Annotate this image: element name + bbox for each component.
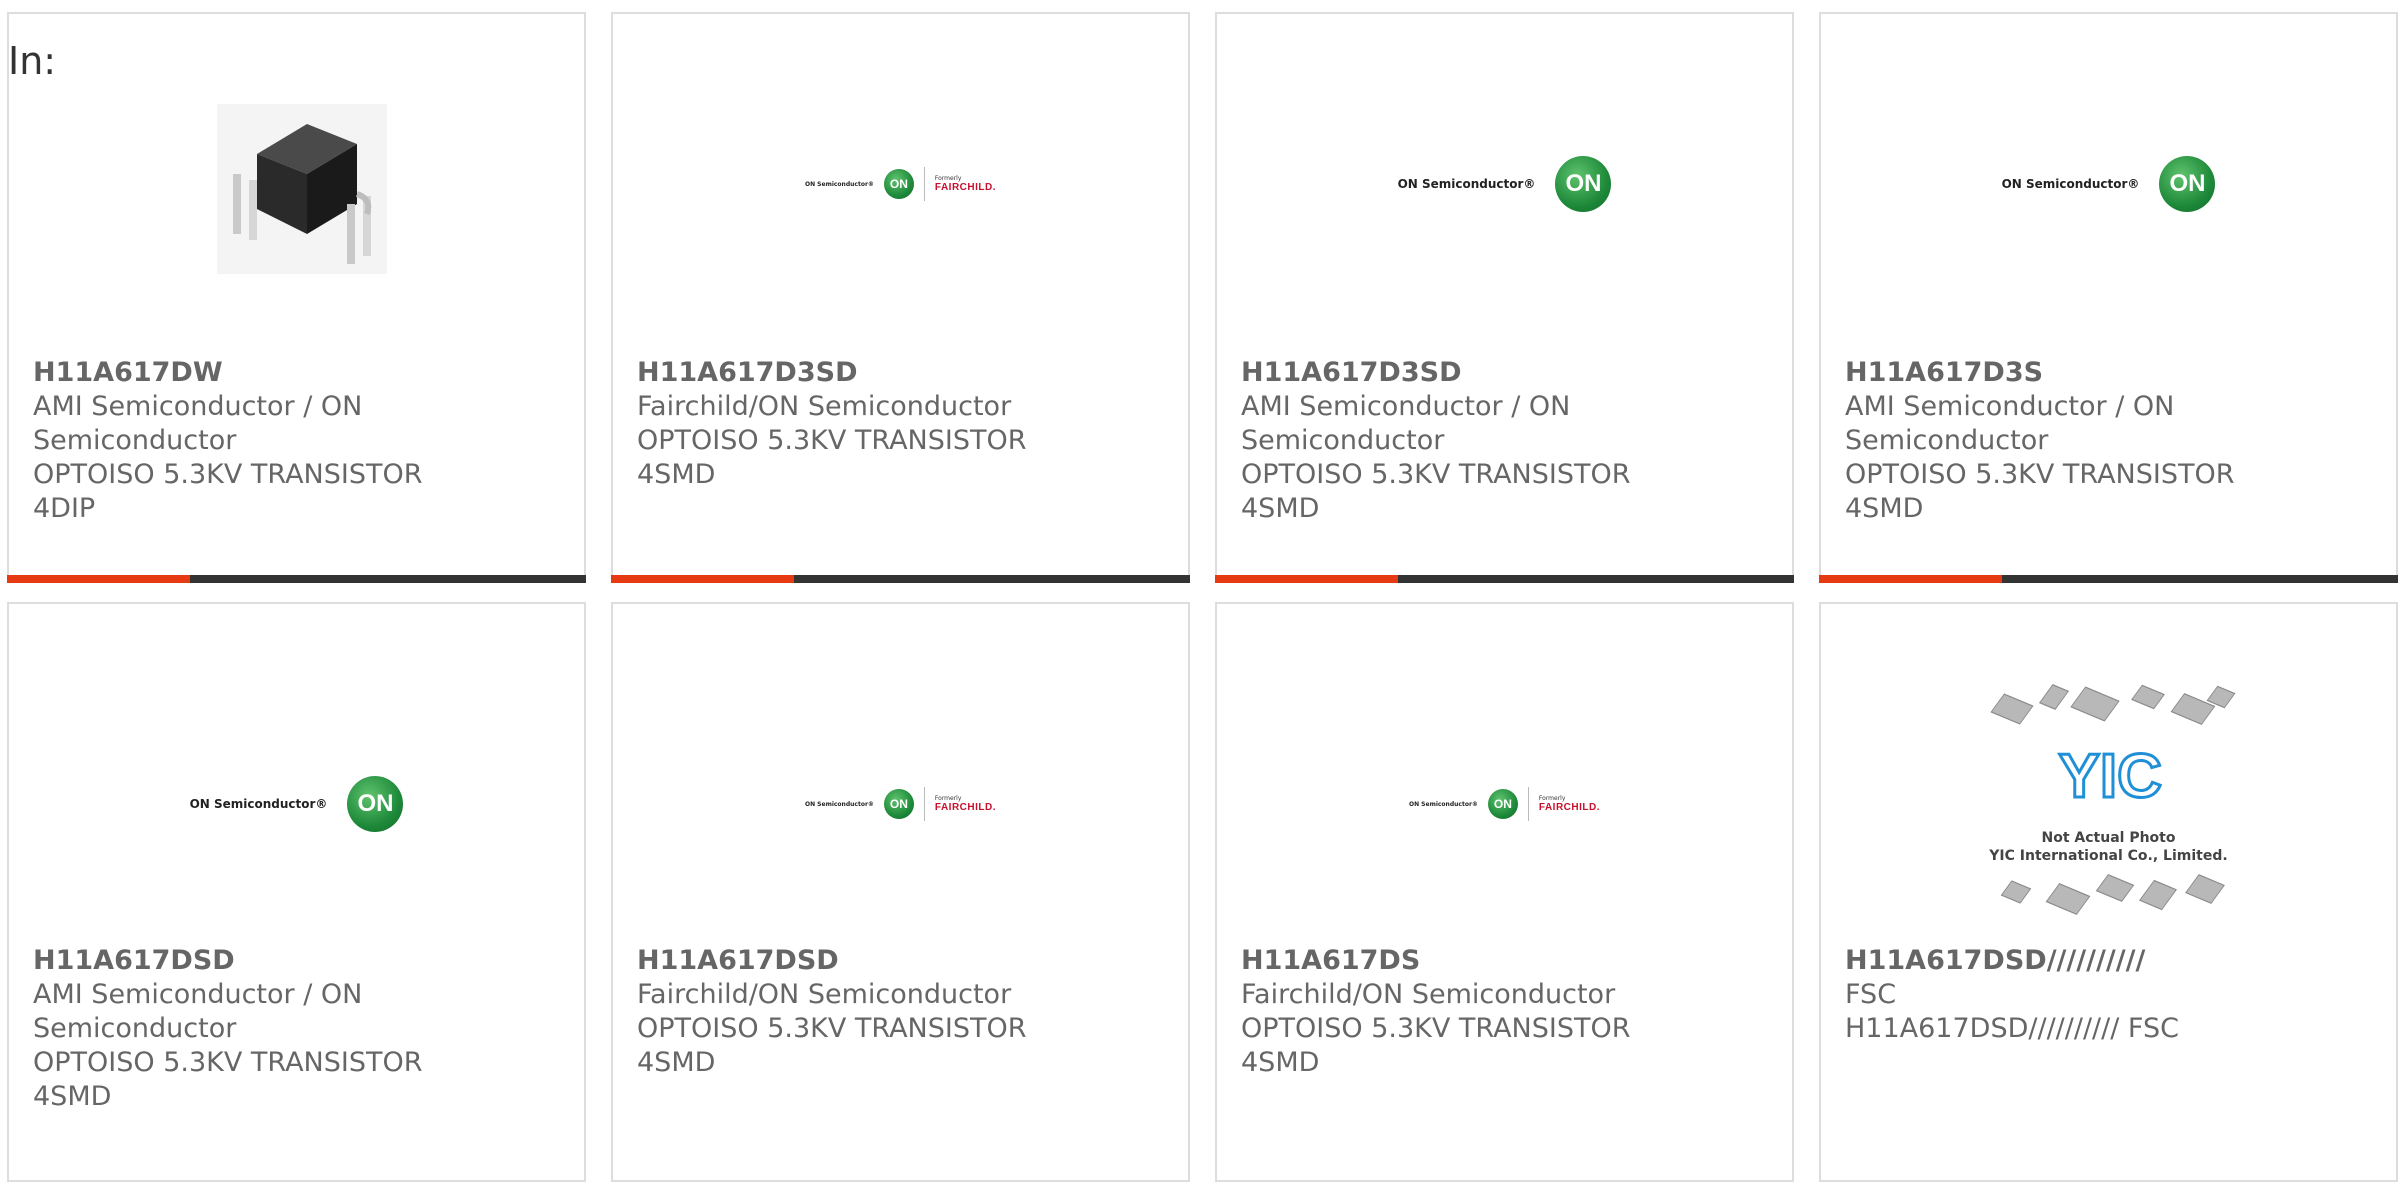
description: OPTOISO 5.3KV TRANSISTOR 4SMD	[1845, 459, 2235, 524]
description: OPTOISO 5.3KV TRANSISTOR 4DIP	[33, 459, 423, 524]
product-image: ON Semiconductor® ON	[1217, 64, 1792, 304]
product-card[interactable]: H11A617DW AMI Semiconductor / ON Semicon…	[7, 12, 586, 583]
part-number[interactable]: H11A617D3S	[1845, 356, 2372, 390]
part-number[interactable]: H11A617DSD	[33, 944, 560, 978]
on-logo-icon: ON	[883, 169, 914, 199]
product-image: ON Semiconductor® ON Formerly FAIRCHILD.	[1217, 684, 1792, 924]
on-logo-icon: ON	[883, 789, 914, 819]
card-underline	[7, 575, 586, 583]
product-image: ON Semiconductor® ON	[1821, 64, 2396, 304]
on-logo-icon: ON	[2159, 156, 2216, 212]
on-logo-icon: ON	[347, 776, 404, 832]
yic-caption-line-2: YIC International Co., Limited.	[1989, 848, 2228, 864]
manufacturer: AMI Semiconductor / ON Semiconductor	[33, 979, 363, 1044]
part-number[interactable]: H11A617DS	[1241, 944, 1768, 978]
manufacturer: AMI Semiconductor / ON Semiconductor	[33, 391, 363, 456]
card-underline	[1215, 575, 1794, 583]
manufacturer: Fairchild/ON Semiconductor	[1241, 979, 1616, 1010]
product-card[interactable]: YIC Not Actual Photo YIC International C…	[1819, 602, 2398, 1182]
manufacturer: AMI Semiconductor / ON Semiconductor	[1241, 391, 1571, 456]
on-logo-icon: ON	[1487, 789, 1518, 819]
description: OPTOISO 5.3KV TRANSISTOR 4SMD	[637, 1013, 1027, 1078]
product-card[interactable]: ON Semiconductor® ON H11A617DSD AMI Semi…	[7, 602, 586, 1182]
yic-caption-line-1: Not Actual Photo	[2041, 830, 2176, 846]
part-number[interactable]: H11A617D3SD	[1241, 356, 1768, 390]
product-card[interactable]: ON Semiconductor® ON H11A617D3SD AMI Sem…	[1215, 12, 1794, 583]
on-semiconductor-logo: ON Semiconductor® ON	[2002, 156, 2216, 212]
product-card[interactable]: ON Semiconductor® ON Formerly FAIRCHILD.…	[611, 602, 1190, 1182]
on-fairchild-logo: ON Semiconductor® ON Formerly FAIRCHILD.	[805, 787, 996, 821]
card-underline	[611, 575, 1190, 583]
manufacturer: FSC	[1845, 979, 1897, 1010]
description: OPTOISO 5.3KV TRANSISTOR 4SMD	[33, 1047, 423, 1112]
manufacturer: Fairchild/ON Semiconductor	[637, 979, 1012, 1010]
on-semiconductor-logo: ON Semiconductor® ON	[1398, 156, 1612, 212]
on-fairchild-logo: ON Semiconductor® ON Formerly FAIRCHILD.	[1409, 787, 1600, 821]
manufacturer: AMI Semiconductor / ON Semiconductor	[1845, 391, 2175, 456]
optocoupler-photo	[216, 104, 387, 274]
product-card[interactable]: ON Semiconductor® ON H11A617D3S AMI Semi…	[1819, 12, 2398, 583]
part-number[interactable]: H11A617DSD//////////	[1845, 944, 2372, 978]
product-image: ON Semiconductor® ON Formerly FAIRCHILD.	[613, 64, 1188, 304]
on-semiconductor-logo: ON Semiconductor® ON	[190, 776, 404, 832]
on-fairchild-logo: ON Semiconductor® ON Formerly FAIRCHILD.	[805, 167, 996, 201]
part-number[interactable]: H11A617DSD	[637, 944, 1164, 978]
yic-placeholder-image: YIC Not Actual Photo YIC International C…	[1974, 679, 2244, 929]
product-image: ON Semiconductor® ON Formerly FAIRCHILD.	[613, 684, 1188, 924]
description: H11A617DSD////////// FSC	[1845, 1013, 2179, 1044]
product-card[interactable]: ON Semiconductor® ON Formerly FAIRCHILD.…	[1215, 602, 1794, 1182]
part-number[interactable]: H11A617D3SD	[637, 356, 1164, 390]
yic-logo: YIC	[2057, 741, 2163, 813]
product-image	[9, 64, 584, 304]
on-logo-icon: ON	[1555, 156, 1612, 212]
description: OPTOISO 5.3KV TRANSISTOR 4SMD	[637, 425, 1027, 490]
in-label: In:	[8, 39, 57, 83]
part-number[interactable]: H11A617DW	[33, 356, 560, 390]
manufacturer: Fairchild/ON Semiconductor	[637, 391, 1012, 422]
product-image: YIC Not Actual Photo YIC International C…	[1821, 674, 2396, 934]
description: OPTOISO 5.3KV TRANSISTOR 4SMD	[1241, 459, 1631, 524]
card-underline	[1819, 575, 2398, 583]
description: OPTOISO 5.3KV TRANSISTOR 4SMD	[1241, 1013, 1631, 1078]
product-card[interactable]: ON Semiconductor® ON Formerly FAIRCHILD.…	[611, 12, 1190, 583]
product-image: ON Semiconductor® ON	[9, 684, 584, 924]
